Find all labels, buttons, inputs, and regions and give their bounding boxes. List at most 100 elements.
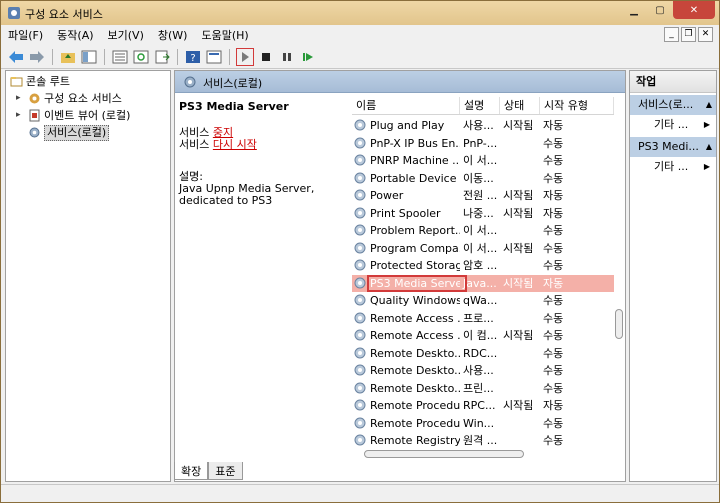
table-row[interactable]: PnP-X IP Bus En... PnP-... 수동: [352, 135, 614, 153]
mdi-restore-button[interactable]: ❐: [681, 27, 696, 42]
toolbar-separator: [229, 48, 230, 65]
service-name-cell: Remote Deskto...: [352, 362, 460, 380]
table-row[interactable]: PNRP Machine ... 이 서... 수동: [352, 152, 614, 170]
help-button[interactable]: ?: [184, 48, 202, 66]
service-name-cell: Problem Report...: [352, 222, 460, 240]
service-description-cell: 원격 ...: [463, 434, 498, 447]
service-description-cell: PnP-...: [463, 136, 498, 150]
tree-item-component-services[interactable]: ▸ 구성 요소 서비스: [6, 90, 170, 107]
menu-file[interactable]: 파일(F): [1, 27, 50, 43]
expand-arrow-icon[interactable]: ▸: [16, 107, 24, 124]
table-row[interactable]: Portable Device ...이동... 수동: [352, 170, 614, 188]
service-description-cell: 사용...: [463, 364, 494, 377]
table-row[interactable]: Remote Registry 원격 ... 수동: [352, 432, 614, 449]
service-startup-type-cell: 수동: [543, 329, 564, 342]
table-row[interactable]: Problem Report... 이 서... 수동: [352, 222, 614, 240]
service-status-cell: [500, 362, 540, 380]
back-button[interactable]: [7, 48, 25, 66]
service-startup-type-cell: 수동: [543, 171, 564, 185]
horizontal-scrollbar[interactable]: [352, 449, 614, 459]
service-name: Remote Access ...: [370, 311, 460, 325]
service-description-cell: 이 컴...: [463, 329, 498, 342]
service-startup-type-cell: 수동: [543, 154, 564, 167]
table-row[interactable]: Power 전원 ... 시작됨 자동: [352, 187, 614, 205]
table-row[interactable]: Program Compa... 이 서... 시작됨 수동: [352, 240, 614, 258]
pause-service-button[interactable]: [278, 48, 296, 66]
maximize-button[interactable]: ▢: [647, 1, 673, 19]
table-row[interactable]: Remote Procedu...RPC... 시작됨 자동: [352, 397, 614, 415]
export-list-button[interactable]: [153, 48, 171, 66]
column-header-description[interactable]: 설명: [460, 97, 500, 114]
tree-item-services-local[interactable]: 서비스(로컬): [6, 124, 170, 141]
menu-window[interactable]: 창(W): [151, 27, 195, 43]
table-row[interactable]: Protected Storage 암호 ... 수동: [352, 257, 614, 275]
actions-group-services[interactable]: 서비스(로... ▲: [630, 95, 716, 115]
restart-prefix: 서비스: [179, 138, 213, 151]
table-row[interactable]: PS3 Media Server Java... 시작됨 자동: [352, 274, 614, 292]
column-header-startup-type[interactable]: 시작 유형: [540, 97, 614, 114]
restart-service-link[interactable]: 다시 시작: [213, 138, 257, 151]
tree-item-console-root[interactable]: 콘솔 루트: [6, 73, 170, 90]
service-name-cell: Plug and Play: [352, 117, 460, 135]
mdi-close-button[interactable]: ✕: [698, 27, 713, 42]
service-startup-type-cell: 자동: [543, 119, 564, 132]
vertical-scrollbar[interactable]: [614, 117, 624, 449]
refresh-button[interactable]: [132, 48, 150, 66]
service-startup-type-cell: 수동: [543, 346, 564, 360]
close-button[interactable]: ✕: [673, 1, 715, 19]
service-description-cell: 이 서...: [463, 224, 498, 237]
selected-row-highlight-box: [367, 274, 467, 292]
menu-action[interactable]: 동작(A): [50, 27, 100, 43]
tree-item-label: 구성 요소 서비스: [44, 92, 122, 105]
tab-standard[interactable]: 표준: [208, 462, 243, 480]
title-bar: 구성 요소 서비스 ▁ ▢ ✕: [1, 1, 719, 25]
service-name: Protected Storage: [370, 259, 460, 272]
play-icon: [242, 51, 249, 62]
tree-item-label: 서비스(로컬): [44, 125, 110, 141]
service-startup-type-cell: 수동: [543, 224, 564, 237]
column-header-name[interactable]: 이름: [352, 97, 460, 114]
properties-icon: [206, 50, 222, 63]
up-folder-button[interactable]: [59, 48, 77, 66]
resume-service-button[interactable]: [299, 48, 317, 66]
forward-button[interactable]: [28, 48, 46, 66]
table-row[interactable]: Print Spooler 나중... 시작됨 자동: [352, 205, 614, 223]
service-description-cell: Win...: [463, 416, 495, 430]
service-gear-icon: [354, 347, 366, 358]
show-hide-tree-button[interactable]: [80, 48, 98, 66]
service-description-cell: 이 서...: [463, 241, 498, 255]
actions-more-services[interactable]: 기타 ... ▶: [630, 115, 716, 135]
service-name: Remote Procedu...: [370, 416, 460, 430]
horizontal-scroll-thumb[interactable]: [364, 450, 524, 458]
start-service-button[interactable]: [236, 47, 254, 66]
service-gear-icon: [354, 119, 366, 131]
column-header-status[interactable]: 상태: [500, 97, 540, 114]
table-row[interactable]: Remote Procedu...Win... 수동: [352, 415, 614, 433]
tree-item-label: 이벤트 뷰어 (로컬): [44, 109, 131, 122]
table-row[interactable]: Quality Windows...qWa... 수동: [352, 292, 614, 310]
menu-help[interactable]: 도움말(H): [194, 27, 255, 43]
tab-extended[interactable]: 확장: [174, 462, 209, 480]
vertical-scroll-thumb[interactable]: [615, 309, 623, 339]
table-row[interactable]: Remote Access ... 프로... 수동: [352, 310, 614, 328]
table-row[interactable]: Remote Deskto... 프린... 수동: [352, 380, 614, 398]
table-row[interactable]: Plug and Play 사용... 시작됨 자동: [352, 117, 614, 135]
table-row[interactable]: Remote Access ... 이 컴... 시작됨 수동: [352, 327, 614, 345]
properties-button[interactable]: [205, 48, 223, 66]
tree-pane-icon: [81, 50, 97, 63]
expand-arrow-icon[interactable]: ▸: [16, 90, 24, 107]
mdi-minimize-button[interactable]: _: [664, 27, 679, 42]
collapse-caret-icon: ▲: [705, 142, 712, 151]
actions-more-ps3[interactable]: 기타 ... ▶: [630, 157, 716, 177]
actions-group-ps3[interactable]: PS3 Medi... ▲: [630, 137, 716, 157]
minimize-button[interactable]: ▁: [621, 1, 647, 19]
table-row[interactable]: Remote Deskto... RDC... 수동: [352, 345, 614, 363]
list-view-button[interactable]: [111, 48, 129, 66]
table-row[interactable]: Remote Deskto... 사용... 수동: [352, 362, 614, 380]
service-name-cell: Remote Deskto...: [352, 380, 460, 398]
tree-item-event-viewer[interactable]: ▸ 이벤트 뷰어 (로컬): [6, 107, 170, 124]
list-header: 이름 설명 상태 시작 유형: [352, 97, 614, 115]
menu-view[interactable]: 보기(V): [101, 27, 151, 43]
stop-service-button[interactable]: [257, 48, 275, 66]
services-gear-icon: [29, 127, 40, 138]
